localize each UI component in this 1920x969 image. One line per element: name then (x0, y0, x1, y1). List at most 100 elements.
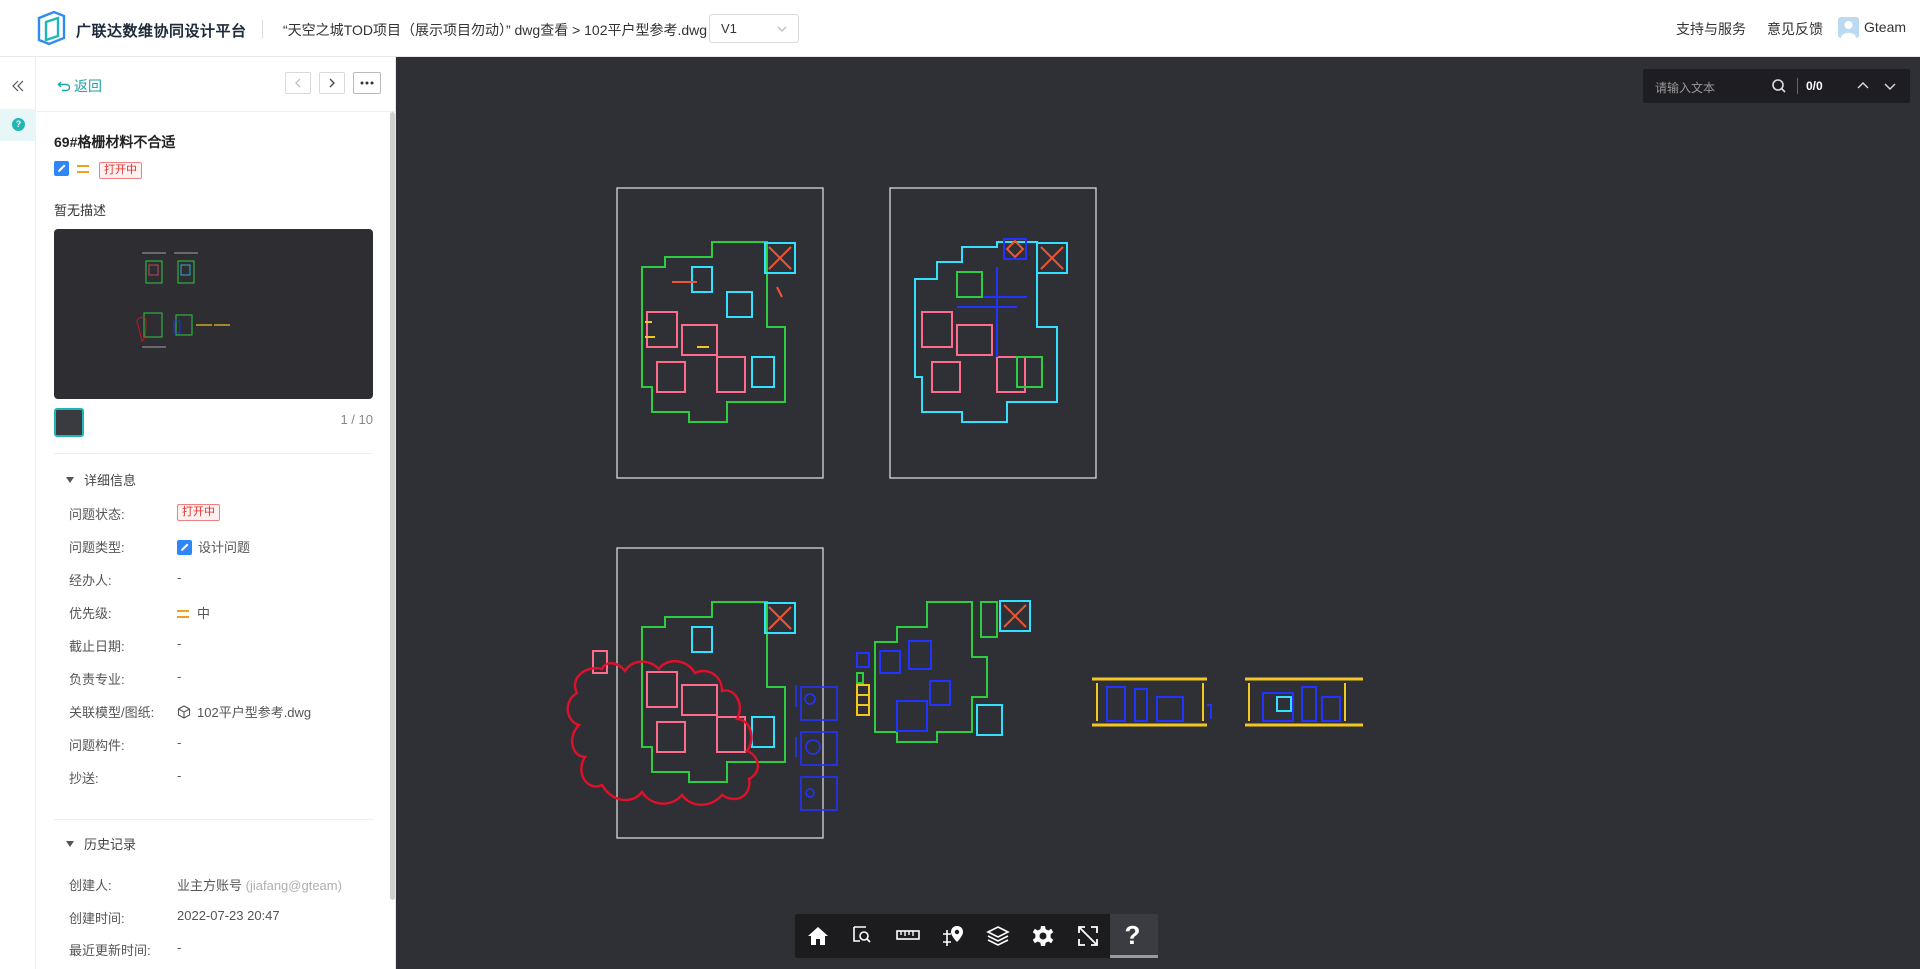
chevron-down-icon[interactable] (1883, 79, 1897, 93)
priority-medium-icon (177, 610, 189, 618)
priority-medium-icon (77, 165, 89, 173)
chevron-right-icon (329, 78, 335, 88)
search-icon[interactable] (1771, 78, 1787, 94)
prev-issue-button[interactable] (285, 72, 311, 94)
panel-header: 返回 (36, 57, 395, 112)
detail-value: - (177, 636, 182, 651)
screenshot-thumbnail-selected[interactable] (54, 408, 84, 437)
top-header: 广联达数维协同设计平台 “天空之城TOD项目（展示项目勿动）” dwg查看 > … (0, 0, 1920, 57)
history-label: 最近更新时间: (69, 943, 151, 958)
zoom-window-button[interactable] (840, 914, 885, 958)
detail-value: - (177, 768, 182, 783)
history-value: - (177, 940, 182, 955)
version-select[interactable]: V1 (709, 14, 799, 43)
details-section-title: 详细信息 (84, 473, 137, 488)
detail-label: 关联模型/图纸: (69, 705, 155, 720)
user-name[interactable]: Gteam (1864, 19, 1906, 35)
issue-question-icon: ? (12, 118, 25, 131)
history-label: 创建人: (69, 878, 112, 893)
search-divider (1797, 78, 1798, 94)
header-divider (262, 20, 263, 38)
more-button[interactable] (353, 72, 381, 94)
user-avatar-icon (1841, 21, 1856, 38)
search-result-count: 0/0 (1806, 79, 1823, 93)
search-input[interactable]: 请输入文本 (1655, 79, 1715, 96)
detail-label: 抄送: (69, 771, 99, 786)
breadcrumb[interactable]: “天空之城TOD项目（展示项目勿动）” dwg查看 > 102平户型参考.dwg (283, 20, 707, 40)
design-issue-icon (54, 161, 69, 176)
layers-button[interactable] (975, 914, 1020, 958)
detail-label: 问题状态: (69, 507, 125, 522)
help-button[interactable]: ? (1110, 914, 1158, 958)
gear-icon (1032, 926, 1054, 946)
measure-button[interactable] (885, 914, 930, 958)
issue-detail-panel: 返回 69#格栅材料不合适 打开中 暂无描述 1 / 10 详细信息 问题状态:… (36, 57, 396, 969)
dwg-viewer-canvas[interactable]: 请输入文本 0/0 ? (397, 57, 1920, 969)
home-view-button[interactable] (795, 914, 840, 958)
help-icon: ? (1124, 920, 1141, 950)
detail-value: 设计问题 (198, 540, 251, 555)
detail-label: 负责专业: (69, 672, 125, 687)
detail-priority-value: 中 (177, 603, 210, 622)
creator-name: 业主方账号 (177, 878, 243, 893)
brand-name: 广联达数维协同设计平台 (76, 23, 247, 40)
detail-value: - (177, 570, 182, 585)
issue-description: 暂无描述 (54, 203, 107, 218)
drawing-layer (566, 187, 1363, 839)
detail-label: 经办人: (69, 573, 112, 588)
panel-scrollbar[interactable] (390, 112, 395, 900)
chevron-down-icon (777, 26, 787, 32)
viewer-toolbar: ? (795, 914, 1158, 958)
chevron-up-icon[interactable] (1856, 79, 1870, 93)
settings-button[interactable] (1020, 914, 1065, 958)
history-creator-value: 业主方账号 (jiafang@gteam) (177, 875, 342, 894)
detail-status-value: 打开中 (177, 503, 220, 521)
cube-icon (177, 705, 191, 719)
detail-value: 102平户型参考.dwg (197, 705, 312, 720)
issue-screenshot[interactable] (54, 229, 373, 399)
history-value: 2022-07-23 20:47 (177, 908, 280, 923)
detail-label: 问题类型: (69, 540, 125, 555)
status-badge: 打开中 (99, 162, 142, 179)
detail-label: 优先级: (69, 606, 112, 621)
caret-down-icon (66, 841, 74, 847)
creator-email: (jiafang@gteam) (245, 878, 342, 893)
feedback-link[interactable]: 意见反馈 (1767, 19, 1823, 39)
coordinate-pin-icon (943, 926, 963, 946)
caret-down-icon (66, 477, 74, 483)
issue-title: 69#格栅材料不合适 (54, 134, 176, 150)
history-section-toggle[interactable]: 历史记录 (66, 834, 137, 853)
fullscreen-icon (1078, 926, 1098, 946)
history-section-title: 历史记录 (84, 837, 137, 852)
zoom-window-icon (853, 926, 871, 943)
support-link[interactable]: 支持与服务 (1676, 19, 1746, 39)
detail-label: 截止日期: (69, 639, 125, 654)
status-badge: 打开中 (177, 504, 220, 521)
back-button[interactable]: 返回 (57, 76, 102, 96)
app-logo-icon[interactable] (34, 10, 68, 46)
home-icon (808, 927, 828, 945)
detail-type-value: 设计问题 (177, 537, 250, 556)
ruler-icon (896, 930, 920, 940)
text-search-bar: 请输入文本 0/0 (1643, 69, 1910, 103)
coordinate-button[interactable] (930, 914, 975, 958)
chevron-left-icon (295, 78, 301, 88)
collapse-icon[interactable] (11, 79, 25, 93)
screenshot-pager: 1 / 10 (340, 412, 373, 427)
linked-drawing-link[interactable]: 102平户型参考.dwg (177, 702, 311, 721)
section-divider (54, 819, 373, 820)
design-issue-icon (177, 540, 192, 555)
next-issue-button[interactable] (319, 72, 345, 94)
details-section-toggle[interactable]: 详细信息 (66, 470, 137, 489)
fullscreen-button[interactable] (1065, 914, 1110, 958)
history-label: 创建时间: (69, 911, 125, 926)
back-arrow-icon (57, 81, 71, 92)
detail-value: 中 (197, 606, 211, 621)
section-divider (54, 453, 373, 454)
left-rail: ? (0, 57, 36, 969)
version-value: V1 (721, 21, 737, 36)
detail-label: 问题构件: (69, 738, 125, 753)
detail-value: - (177, 735, 182, 750)
avatar[interactable] (1838, 17, 1859, 38)
detail-value: - (177, 669, 182, 684)
